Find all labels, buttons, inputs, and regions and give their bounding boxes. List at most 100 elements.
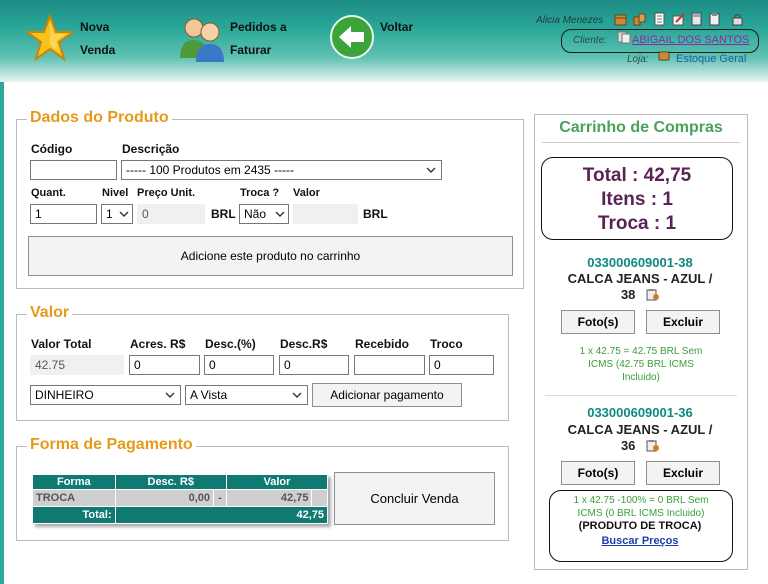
cart-item-price-line2: ICMS (42.75 BRL ICMS — [588, 359, 694, 370]
cart-divider — [542, 142, 740, 143]
quant-input[interactable]: 1 — [30, 204, 97, 224]
cart-item-name-line1: CALCA JEANS - AZUL / — [567, 271, 713, 286]
cart-itens: Itens : 1 — [601, 189, 673, 210]
forma-pagamento-select[interactable]: DINHEIRO — [30, 385, 181, 405]
cart-item-name-line1: CALCA JEANS - AZUL / — [567, 422, 713, 437]
store-box-icon — [658, 51, 670, 61]
nivel-label: Nivel — [102, 187, 129, 199]
cart-item-price-line3: Incluido) — [622, 372, 660, 383]
descricao-label: Descrição — [122, 142, 180, 156]
total-row: Total: 42,75 — [32, 506, 329, 524]
codigo-label: Código — [31, 142, 73, 156]
chevron-down-icon — [426, 167, 436, 173]
valor-input[interactable] — [293, 204, 358, 224]
cart-item-code: 033000609001-36 — [587, 405, 693, 420]
cell-forma: TROCA — [32, 489, 116, 507]
cell-valor: 42,75 — [225, 489, 313, 507]
cell-sep: - — [213, 489, 227, 507]
desc-rs-input[interactable]: 0 — [279, 355, 349, 375]
cart-item-name-line2: 36 — [620, 438, 636, 453]
chevron-down-icon — [119, 211, 129, 217]
troca-label: Troca ? — [240, 187, 280, 199]
add-to-cart-button[interactable]: Adicione este produto no carrinho — [28, 236, 513, 276]
total-value: 42,75 — [114, 506, 329, 524]
produto-troca-tag: (PRODUTO DE TROCA) — [578, 520, 702, 532]
forma-select-value: DINHEIRO — [35, 388, 94, 402]
troca-select[interactable]: Não — [239, 204, 289, 224]
acres-label: Acres. R$ — [130, 337, 186, 351]
col-desc: Desc. R$ — [114, 474, 227, 490]
preco-unit-input[interactable]: 0 — [137, 204, 205, 224]
lock-icon[interactable] — [731, 12, 744, 26]
troca-select-value: Não — [244, 207, 267, 221]
nova-venda-label: Nova Venda — [80, 20, 116, 57]
nivel-select[interactable]: 1 — [101, 204, 133, 224]
pedidos-faturar-button[interactable]: Pedidos a Faturar — [176, 10, 326, 70]
chevron-down-icon — [165, 392, 175, 398]
recebido-input[interactable] — [354, 355, 425, 375]
clipboard-icon[interactable] — [645, 439, 660, 452]
col-valor: Valor — [225, 474, 329, 490]
valor-total-label: Valor Total — [31, 337, 92, 351]
acres-input[interactable]: 0 — [129, 355, 200, 375]
cart-item-code: 033000609001-38 — [587, 255, 693, 270]
document-icon[interactable] — [653, 12, 666, 26]
table-row: TROCA 0,00 - 42,75 — [32, 489, 328, 507]
descricao-select[interactable]: ----- 100 Produtos em 2435 ----- — [121, 160, 442, 180]
preco-brl-label: BRL — [211, 207, 236, 221]
nova-venda-button[interactable]: Nova Venda — [26, 10, 176, 70]
pedidos-faturar-label: Pedidos a Faturar — [230, 20, 287, 57]
excluir-button[interactable]: Excluir — [646, 461, 720, 485]
col-forma: Forma — [32, 474, 116, 490]
cart-item-divider — [545, 395, 737, 396]
excluir-button[interactable]: Excluir — [646, 310, 720, 334]
header-bar: Nova Venda Pedidos a Faturar Voltar Alic… — [0, 0, 768, 82]
prazo-select-value: A Vista — [190, 388, 228, 402]
nivel-select-value: 1 — [106, 207, 113, 221]
cell-desc: 0,00 — [114, 489, 215, 507]
recebido-label: Recebido — [355, 337, 410, 351]
valor-total-input[interactable]: 42.75 — [30, 355, 124, 375]
payment-table-header: Forma Desc. R$ Valor — [32, 474, 329, 490]
descricao-select-value: ----- 100 Produtos em 2435 ----- — [126, 163, 295, 177]
calculator-icon[interactable] — [690, 12, 703, 26]
users-icon — [180, 18, 224, 62]
cart-item-name: CALCA JEANS - AZUL / 38 — [537, 271, 743, 303]
valor-brl-label: BRL — [363, 207, 388, 221]
produto-legend: Dados do Produto — [27, 109, 172, 127]
desc-percent-label: Desc.(%) — [205, 337, 256, 351]
voltar-button[interactable]: Voltar — [329, 10, 449, 70]
box-icon[interactable] — [614, 12, 627, 26]
chevron-down-icon — [275, 211, 285, 217]
cart-total: Total : 42,75 — [582, 165, 692, 186]
user-name: Alicia Menezes — [536, 15, 604, 26]
chevron-down-icon — [292, 392, 302, 398]
store-name-link[interactable]: Estoque Geral — [676, 53, 746, 65]
troco-label: Troco — [430, 337, 463, 351]
quant-label: Quant. — [31, 187, 66, 199]
edit-icon[interactable] — [672, 12, 685, 26]
codigo-input[interactable] — [30, 160, 117, 180]
cart-item-name: CALCA JEANS - AZUL / 36 — [537, 422, 743, 454]
cell-spacer — [311, 489, 328, 507]
clipboard-icon[interactable] — [708, 12, 721, 26]
cart-title: Carrinho de Compras — [559, 119, 723, 136]
add-payment-button[interactable]: Adicionar pagamento — [312, 383, 462, 407]
foto-button[interactable]: Foto(s) — [561, 461, 635, 485]
prazo-select[interactable]: A Vista — [185, 385, 308, 405]
troco-input[interactable]: 0 — [429, 355, 494, 375]
concluir-venda-button[interactable]: Concluir Venda — [334, 472, 495, 525]
payment-table: Forma Desc. R$ Valor TROCA 0,00 - 42,75 … — [32, 474, 329, 524]
pagamento-legend: Forma de Pagamento — [27, 436, 196, 454]
preco-unit-label: Preço Unit. — [137, 187, 196, 199]
desc-percent-input[interactable]: 0 — [204, 355, 274, 375]
foto-button[interactable]: Foto(s) — [561, 310, 635, 334]
valor-legend: Valor — [27, 304, 73, 322]
clipboard-icon[interactable] — [645, 288, 660, 301]
boxes-icon[interactable] — [633, 12, 646, 26]
cart-item-price-line2: ICMS (0 BRL ICMS Incluido) — [577, 508, 705, 519]
client-name-link[interactable]: ABIGAIL DOS SANTOS — [632, 34, 749, 46]
cart-troca: Troca : 1 — [597, 213, 677, 234]
cart-item-price: 1 x 42.75 = 42.75 BRL Sem ICMS (42.75 BR… — [551, 345, 731, 384]
buscar-precos-link[interactable]: Buscar Preços — [537, 535, 743, 547]
